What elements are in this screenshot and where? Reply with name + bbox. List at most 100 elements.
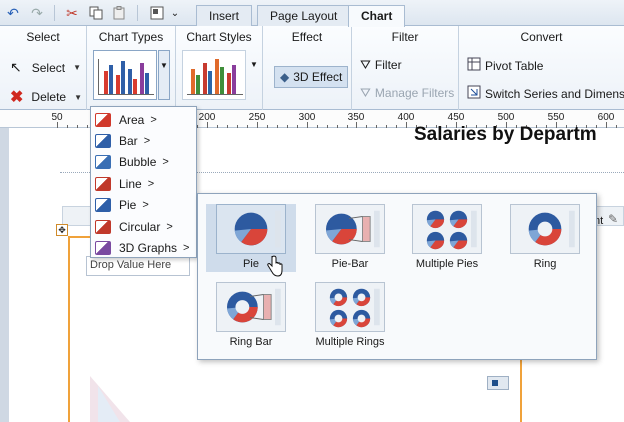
undo-icon[interactable]: ↶ xyxy=(4,4,22,22)
menu-item-bar[interactable]: Bar > xyxy=(91,130,196,151)
chart-title[interactable]: Salaries by Departm xyxy=(414,124,597,146)
menu-item-line[interactable]: Line > xyxy=(91,173,196,194)
ruler-label: 500 xyxy=(497,112,515,123)
tab-chart[interactable]: Chart xyxy=(348,5,406,27)
3d-graph-icon xyxy=(95,240,111,255)
chart-option-label: Multiple Rings xyxy=(315,336,385,348)
toolbar-separator xyxy=(137,5,138,21)
cut-icon[interactable]: ✂ xyxy=(63,4,81,22)
menu-item-circular[interactable]: Circular > xyxy=(91,216,196,237)
circular-chart-icon xyxy=(95,219,111,234)
select-button[interactable]: ↖ Select ▼ xyxy=(10,59,81,76)
switch-series-label: Switch Series and Dimensions xyxy=(485,86,624,101)
styled-bar-chart-icon xyxy=(187,59,243,95)
ruler-label: 400 xyxy=(397,112,415,123)
chart-styles-button[interactable] xyxy=(182,50,246,100)
chevron-down-icon: ▼ xyxy=(74,92,83,102)
multiple-rings-icon xyxy=(315,282,385,332)
format-icon[interactable] xyxy=(148,4,166,22)
chart-option-label: Ring Bar xyxy=(229,336,273,348)
chevron-down-icon[interactable]: ⌄ xyxy=(166,4,184,22)
tab-label: Chart xyxy=(361,9,393,23)
chart-styles-dropdown[interactable]: ▼ xyxy=(249,50,259,100)
chart-types-group: Chart Types ▼ xyxy=(87,26,176,110)
3d-effect-button[interactable]: ◆ 3D Effect xyxy=(274,66,349,88)
chart-types-dropdown[interactable]: ▼ xyxy=(158,50,170,100)
chart-types-button[interactable] xyxy=(93,50,157,100)
group-title: Convert xyxy=(520,30,563,44)
move-handle-icon[interactable]: ✥ xyxy=(56,224,68,236)
ring-bar-icon xyxy=(216,282,286,332)
pointer-icon: ↖ xyxy=(10,59,22,75)
switch-series-button[interactable]: Switch Series and Dimensions xyxy=(467,85,624,102)
redo-icon[interactable]: ↷ xyxy=(28,4,46,22)
ruler-label: 300 xyxy=(298,112,316,123)
submenu-arrow-icon: > xyxy=(147,177,155,190)
delete-icon: ✖ xyxy=(10,89,24,106)
bubble-chart-icon xyxy=(95,155,111,170)
pie-icon xyxy=(216,204,286,254)
chart-types-menu: Area > Bar > Bubble > Line > Pie > Circular >3D Gra… xyxy=(90,106,197,258)
submenu-arrow-icon: > xyxy=(150,113,157,126)
menu-item-3d-graphs[interactable]: 3D Graphs > xyxy=(91,237,196,258)
manage-filters-label: Manage Filters xyxy=(374,86,455,100)
submenu-arrow-icon: > xyxy=(183,241,190,254)
menu-item-label: Circular xyxy=(119,219,161,234)
funnel-icon: ⛛ xyxy=(360,85,371,100)
copy-icon[interactable] xyxy=(87,4,105,22)
line-chart-icon xyxy=(95,176,111,191)
filter-label: Filter xyxy=(374,58,402,72)
filter-group: Filter ⛛ Filter ⛛ Manage Filters xyxy=(352,26,459,110)
menu-item-label: Line xyxy=(119,176,142,191)
pencil-icon[interactable]: ✎ xyxy=(608,212,618,226)
chart-styles-group: Chart Styles ▼ xyxy=(176,26,263,110)
menu-item-label: Bar xyxy=(119,133,138,148)
ruler-label: 450 xyxy=(447,112,465,123)
bar-chart-icon xyxy=(95,133,111,148)
chart-preview-fragment xyxy=(90,376,130,422)
tab-label: Page Layout xyxy=(270,9,338,23)
drop-value-field[interactable]: Drop Value Here xyxy=(86,256,190,276)
menu-item-area[interactable]: Area > xyxy=(91,109,196,130)
group-title: Chart Styles xyxy=(186,30,252,44)
pie-chart-icon xyxy=(95,198,111,213)
menu-item-pie[interactable]: Pie > xyxy=(91,195,196,216)
submenu-arrow-icon: > xyxy=(143,134,151,147)
chart-option-ring[interactable]: Ring xyxy=(500,204,590,270)
chart-option-label: Pie-Bar xyxy=(331,258,369,270)
tab-label: Insert xyxy=(209,9,240,23)
ribbon: Select ↖ Select ▼ ✖ Delete ▼ Chart Types… xyxy=(0,26,624,110)
submenu-arrow-icon: > xyxy=(166,220,173,233)
menu-item-label: Area xyxy=(119,112,145,127)
convert-group: Convert Pivot Table Switch Series and Di… xyxy=(459,26,624,110)
chart-option-label: Multiple Pies xyxy=(415,258,479,270)
ruler-label: 50 xyxy=(51,112,63,123)
pivot-table-button[interactable]: Pivot Table xyxy=(467,57,543,74)
pie-chart-submenu: Pie Pie-Bar Multiple Pies Ring Ring Bar Multi… xyxy=(197,193,597,360)
chart-option-multiple-pies[interactable]: Multiple Pies xyxy=(402,204,492,270)
menu-item-label: 3D Graphs xyxy=(119,240,178,255)
filter-button[interactable]: ⛛ Filter xyxy=(360,57,402,73)
paste-icon[interactable] xyxy=(110,4,128,22)
menu-item-label: Pie xyxy=(119,198,137,213)
delete-button[interactable]: ✖ Delete ▼ xyxy=(10,87,82,107)
multiple-pies-icon xyxy=(412,204,482,254)
select-label: Select xyxy=(31,60,66,75)
group-title: Select xyxy=(26,30,60,44)
ruler-label: 200 xyxy=(198,112,216,123)
tab-insert[interactable]: Insert xyxy=(196,5,253,27)
chart-option-multiple-rings[interactable]: Multiple Rings xyxy=(305,282,395,348)
menu-item-label: Bubble xyxy=(119,155,157,170)
group-title: Chart Types xyxy=(98,30,164,44)
legend-swatch xyxy=(487,376,509,390)
manage-filters-button[interactable]: ⛛ Manage Filters xyxy=(360,85,454,101)
select-group: Select ↖ Select ▼ ✖ Delete ▼ xyxy=(0,26,87,110)
menu-item-bubble[interactable]: Bubble > xyxy=(91,152,196,173)
ring-icon xyxy=(510,204,580,254)
tab-page-layout[interactable]: Page Layout xyxy=(257,5,351,27)
canvas-margin xyxy=(0,128,9,422)
chart-option-pie-bar[interactable]: Pie-Bar xyxy=(305,204,395,270)
title-bar: ↶ ↷ ✂ ⌄ Insert Page Layout Chart xyxy=(0,0,624,27)
chart-option-ring-bar[interactable]: Ring Bar xyxy=(206,282,296,348)
group-title: Effect xyxy=(291,30,323,44)
